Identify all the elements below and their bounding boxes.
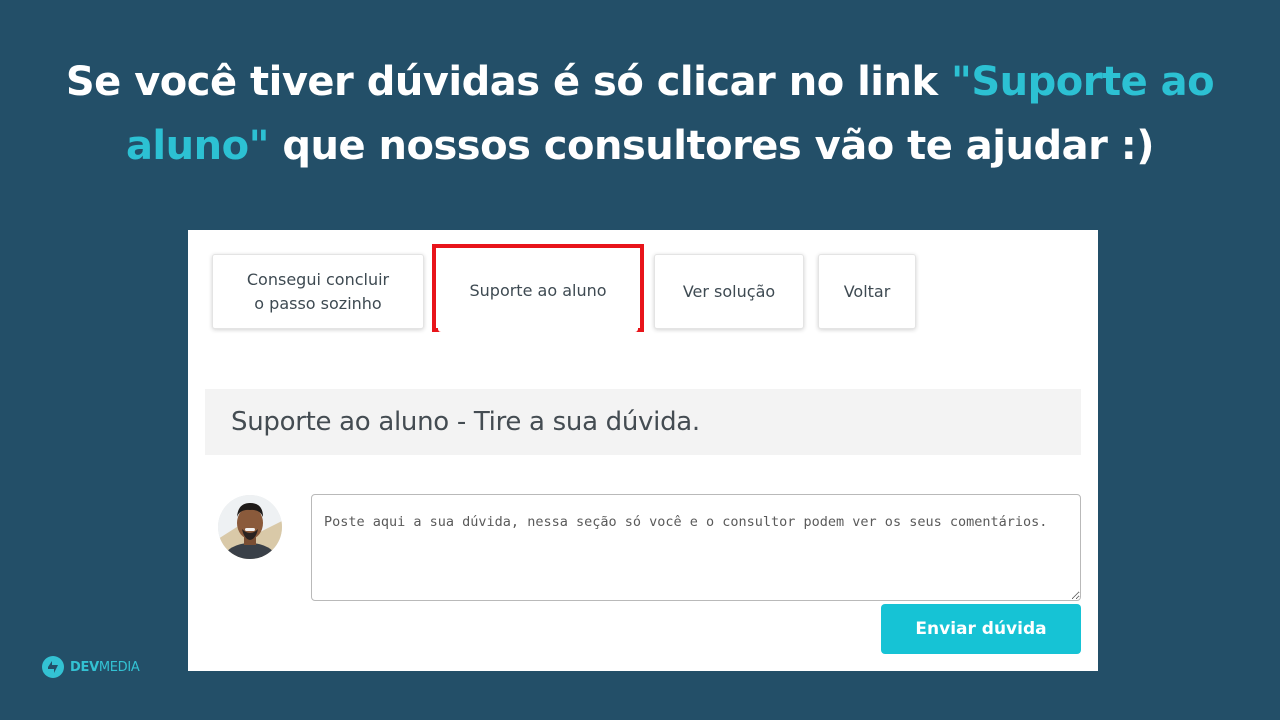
section-title: Suporte ao aluno - Tire a sua dúvida. bbox=[231, 407, 700, 437]
concluir-label-line1: Consegui concluir bbox=[246, 269, 390, 289]
headline: Se você tiver dúvidas é só clicar no lin… bbox=[0, 50, 1280, 178]
logo-text-light: MEDIA bbox=[98, 659, 140, 675]
devmedia-logo-text: DEVMEDIA bbox=[70, 660, 140, 675]
enviar-duvida-button[interactable]: Enviar dúvida bbox=[881, 604, 1081, 654]
question-textarea[interactable] bbox=[311, 494, 1081, 601]
avatar-photo-icon bbox=[218, 495, 282, 559]
concluir-label-line2: o passo sozinho bbox=[254, 293, 382, 313]
screenshot-panel: Consegui concluir o passo sozinho Suport… bbox=[188, 230, 1098, 671]
voltar-button[interactable]: Voltar bbox=[818, 254, 916, 329]
section-header: Suporte ao aluno - Tire a sua dúvida. bbox=[205, 389, 1081, 455]
suporte-ao-aluno-button[interactable]: Suporte ao aluno bbox=[438, 250, 638, 332]
ver-solucao-button[interactable]: Ver solução bbox=[654, 254, 804, 329]
devmedia-logo-icon bbox=[42, 656, 64, 678]
concluir-sozinho-label: Consegui concluir o passo sozinho bbox=[247, 268, 389, 316]
user-avatar bbox=[218, 495, 282, 559]
devmedia-logo: DEVMEDIA bbox=[41, 655, 140, 679]
headline-text-start: Se você tiver dúvidas é só clicar no lin… bbox=[65, 59, 952, 105]
headline-text-end: que nossos consultores vão te ajudar :) bbox=[268, 123, 1155, 169]
concluir-sozinho-button[interactable]: Consegui concluir o passo sozinho bbox=[212, 254, 424, 329]
logo-text-bold: DEV bbox=[70, 659, 99, 675]
